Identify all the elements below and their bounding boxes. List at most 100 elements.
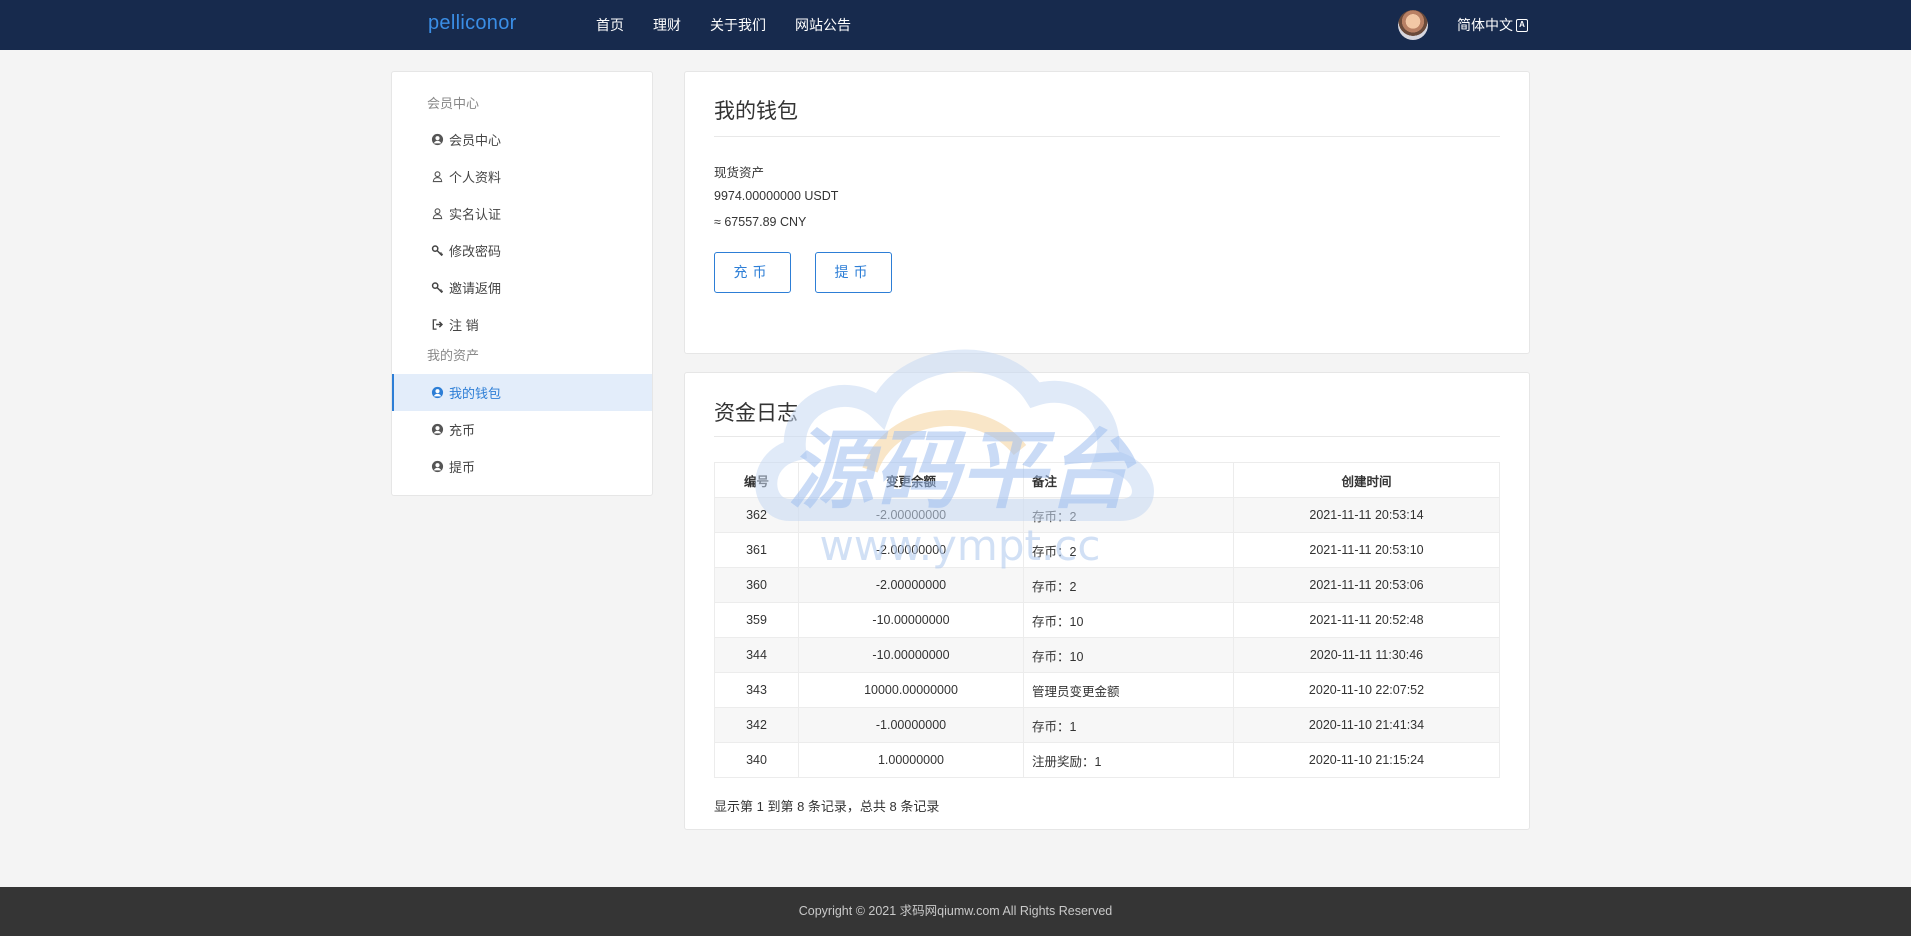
sidebar-item-label: 实名认证 xyxy=(449,207,502,222)
cell-created: 2021-11-11 20:53:14 xyxy=(1233,497,1500,533)
table-row: 359 -10.00000000 存币：10 2021-11-11 20:52:… xyxy=(714,602,1500,638)
cell-id: 342 xyxy=(714,707,799,743)
user-avatar[interactable] xyxy=(1398,10,1428,40)
cell-amount: -2.00000000 xyxy=(798,532,1024,568)
nav-home[interactable]: 首页 xyxy=(596,0,624,50)
sidebar-item-label: 会员中心 xyxy=(449,133,502,148)
translate-icon: A xyxy=(1516,18,1528,32)
sidebar: 会员中心 会员中心 个人资料 实名认证 修改密码 邀请返佣 注 销 我的资产 我… xyxy=(391,71,653,496)
cell-id: 359 xyxy=(714,602,799,638)
user-circle-icon xyxy=(430,423,444,437)
key-icon xyxy=(430,281,444,295)
deposit-button[interactable]: 充币 xyxy=(714,252,791,293)
sidebar-item-profile[interactable]: 个人资料 xyxy=(392,158,652,195)
sidebar-item-verification[interactable]: 实名认证 xyxy=(392,195,652,232)
language-label: 简体中文 xyxy=(1457,17,1513,33)
top-navbar: pelliconor 首页 理财 关于我们 网站公告 简体中文 A xyxy=(0,0,1911,50)
cell-amount: -10.00000000 xyxy=(798,637,1024,673)
page-title: 我的钱包 xyxy=(714,100,798,123)
sidebar-item-change-password[interactable]: 修改密码 xyxy=(392,232,652,269)
section-title: 资金日志 xyxy=(714,402,798,425)
cell-amount: -2.00000000 xyxy=(798,567,1024,603)
divider xyxy=(714,436,1500,437)
cell-created: 2020-11-10 21:15:24 xyxy=(1233,742,1500,778)
balance-usdt: 9974.00000000 USDT xyxy=(714,189,839,203)
nav-about[interactable]: 关于我们 xyxy=(710,0,766,50)
key-icon xyxy=(430,244,444,258)
cell-amount: 1.00000000 xyxy=(798,742,1024,778)
column-header-id[interactable]: 编号 xyxy=(714,462,799,498)
column-header-amount[interactable]: 变更余额 xyxy=(798,462,1024,498)
cell-note: 存币：10 xyxy=(1023,637,1234,673)
sidebar-item-label: 修改密码 xyxy=(449,244,502,259)
column-header-note[interactable]: 备注 xyxy=(1023,462,1234,498)
user-circle-icon xyxy=(430,460,444,474)
sidebar-item-label: 个人资料 xyxy=(449,170,502,185)
cell-id: 344 xyxy=(714,637,799,673)
sidebar-item-member-center[interactable]: 会员中心 xyxy=(392,121,652,158)
cell-note: 注册奖励：1 xyxy=(1023,742,1234,778)
cell-created: 2021-11-11 20:53:06 xyxy=(1233,567,1500,603)
footer: Copyright © 2021 求码网qiumw.com All Rights… xyxy=(0,887,1911,936)
user-outline-icon xyxy=(430,207,444,221)
table-row: 361 -2.00000000 存币：2 2021-11-11 20:53:10 xyxy=(714,532,1500,568)
cell-amount: -2.00000000 xyxy=(798,497,1024,533)
user-outline-icon xyxy=(430,170,444,184)
main-nav: 首页 理财 关于我们 网站公告 xyxy=(596,0,880,50)
table-header-row: 编号 变更余额 备注 创建时间 xyxy=(714,462,1500,498)
sign-out-icon xyxy=(430,318,444,332)
sidebar-item-label: 注 销 xyxy=(449,318,479,333)
brand-logo[interactable]: pelliconor xyxy=(428,12,517,35)
cell-created: 2021-11-11 20:52:48 xyxy=(1233,602,1500,638)
fund-log-panel: 资金日志 编号 变更余额 备注 创建时间 362 -2.00000000 存币：… xyxy=(684,372,1530,830)
sidebar-item-label: 邀请返佣 xyxy=(449,281,502,296)
sidebar-item-label: 充币 xyxy=(449,423,476,438)
pagination-summary: 显示第 1 到第 8 条记录，总共 8 条记录 xyxy=(714,799,940,814)
sidebar-item-logout[interactable]: 注 销 xyxy=(392,306,652,343)
cell-amount: -1.00000000 xyxy=(798,707,1024,743)
user-circle-icon xyxy=(430,386,444,400)
cell-id: 361 xyxy=(714,532,799,568)
table-row: 340 1.00000000 注册奖励：1 2020-11-10 21:15:2… xyxy=(714,742,1500,778)
cell-id: 362 xyxy=(714,497,799,533)
nav-finance[interactable]: 理财 xyxy=(653,0,681,50)
cell-amount: -10.00000000 xyxy=(798,602,1024,638)
table-row: 342 -1.00000000 存币：1 2020-11-10 21:41:34 xyxy=(714,707,1500,743)
cell-created: 2020-11-11 11:30:46 xyxy=(1233,637,1500,673)
table-row: 343 10000.00000000 管理员变更金额 2020-11-10 22… xyxy=(714,672,1500,708)
sidebar-item-wallet[interactable]: 我的钱包 xyxy=(392,374,652,411)
cell-created: 2021-11-11 20:53:10 xyxy=(1233,532,1500,568)
cell-note: 存币：2 xyxy=(1023,532,1234,568)
user-circle-icon xyxy=(430,133,444,147)
cell-created: 2020-11-10 22:07:52 xyxy=(1233,672,1500,708)
sidebar-item-label: 我的钱包 xyxy=(449,386,502,401)
cell-amount: 10000.00000000 xyxy=(798,672,1024,708)
sidebar-item-deposit[interactable]: 充币 xyxy=(392,411,652,448)
sidebar-item-referral[interactable]: 邀请返佣 xyxy=(392,269,652,306)
divider xyxy=(714,136,1500,137)
cell-created: 2020-11-10 21:41:34 xyxy=(1233,707,1500,743)
fund-log-table: 编号 变更余额 备注 创建时间 362 -2.00000000 存币：2 202… xyxy=(714,462,1500,778)
table-row: 344 -10.00000000 存币：10 2020-11-11 11:30:… xyxy=(714,637,1500,673)
column-header-created[interactable]: 创建时间 xyxy=(1233,462,1500,498)
cell-note: 管理员变更金额 xyxy=(1023,672,1234,708)
withdraw-button[interactable]: 提币 xyxy=(815,252,892,293)
cell-note: 存币：2 xyxy=(1023,497,1234,533)
sidebar-item-withdraw[interactable]: 提币 xyxy=(392,448,652,485)
cell-note: 存币：1 xyxy=(1023,707,1234,743)
table-row: 362 -2.00000000 存币：2 2021-11-11 20:53:14 xyxy=(714,497,1500,533)
cell-id: 340 xyxy=(714,742,799,778)
language-switcher[interactable]: 简体中文 A xyxy=(1457,0,1528,50)
nav-announcements[interactable]: 网站公告 xyxy=(795,0,851,50)
sidebar-group-member: 会员中心 xyxy=(427,96,480,111)
copyright-text: Copyright © 2021 求码网qiumw.com All Rights… xyxy=(798,904,1113,918)
sidebar-group-assets: 我的资产 xyxy=(427,348,480,363)
wallet-panel: 我的钱包 现货资产 9974.00000000 USDT ≈ 67557.89 … xyxy=(684,71,1530,354)
cell-id: 360 xyxy=(714,567,799,603)
cell-note: 存币：10 xyxy=(1023,602,1234,638)
cell-note: 存币：2 xyxy=(1023,567,1234,603)
sidebar-item-label: 提币 xyxy=(449,460,476,475)
asset-label: 现货资产 xyxy=(714,166,765,180)
balance-cny: ≈ 67557.89 CNY xyxy=(714,215,807,229)
table-row: 360 -2.00000000 存币：2 2021-11-11 20:53:06 xyxy=(714,567,1500,603)
